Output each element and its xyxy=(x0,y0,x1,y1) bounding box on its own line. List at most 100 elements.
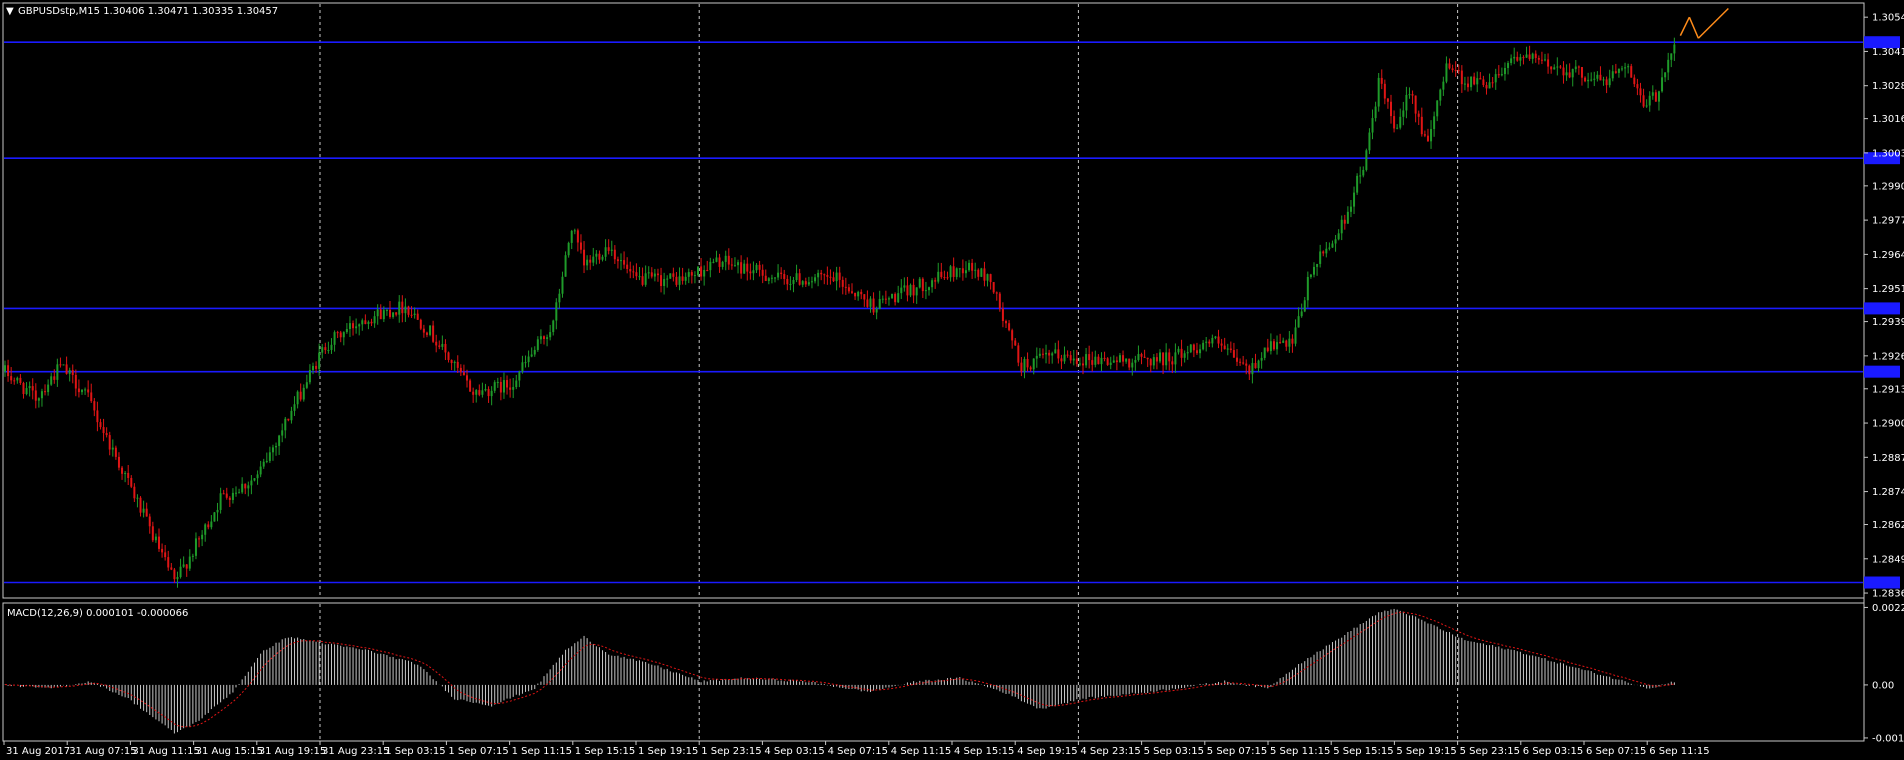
candle-body xyxy=(1245,363,1248,366)
time-label: 4 Sep 19:15 xyxy=(1017,746,1077,757)
candle-body xyxy=(1614,71,1617,73)
candle-body xyxy=(114,447,117,457)
candle-body xyxy=(1226,348,1229,350)
candle-body xyxy=(1574,66,1577,70)
candle-body xyxy=(697,266,699,276)
candle-body xyxy=(1199,349,1202,354)
candle-body xyxy=(518,371,521,381)
candle-body xyxy=(1559,66,1562,68)
candle-body xyxy=(1534,53,1537,58)
candle-body xyxy=(176,577,179,580)
candle-body xyxy=(1011,330,1014,341)
candle-body xyxy=(931,280,934,288)
candle-body xyxy=(1134,360,1137,363)
candle-body xyxy=(1423,134,1426,136)
candle-body xyxy=(1470,76,1473,88)
candle-body xyxy=(281,430,284,436)
candle-body xyxy=(1525,54,1528,58)
candle-body xyxy=(687,272,690,277)
candle-body xyxy=(1045,352,1048,355)
time-label: 6 Sep 03:15 xyxy=(1523,746,1583,757)
candle-body xyxy=(102,427,105,434)
candle-body xyxy=(854,292,857,297)
candle-body xyxy=(598,253,601,260)
candle-body xyxy=(576,230,579,243)
candle-body xyxy=(573,230,576,232)
candle-body xyxy=(1035,355,1038,359)
price-label: 1.28745 xyxy=(1872,487,1904,498)
candle-body xyxy=(515,380,518,388)
candle-body xyxy=(761,269,764,276)
candle-body xyxy=(1288,338,1291,347)
candle-body xyxy=(302,387,305,400)
candle-body xyxy=(521,362,524,372)
candle-body xyxy=(1497,74,1500,76)
price-level-tag xyxy=(1864,365,1900,378)
candle-body xyxy=(1571,69,1574,78)
candle-body xyxy=(432,325,435,342)
chart-menu-icon[interactable]: ▼ xyxy=(6,6,14,17)
candle-body xyxy=(921,278,924,292)
candle-body xyxy=(894,293,897,303)
price-label: 1.29905 xyxy=(1872,181,1904,192)
candle-body xyxy=(438,345,441,347)
candle-body xyxy=(1651,92,1654,96)
candle-body xyxy=(312,365,314,371)
time-label: 4 Sep 23:15 xyxy=(1080,746,1140,757)
candle-body xyxy=(441,343,444,347)
candle-body xyxy=(675,276,678,285)
candle-body xyxy=(74,374,77,389)
candle-body xyxy=(1008,323,1011,331)
candle-body xyxy=(136,497,139,499)
candle-body xyxy=(663,279,666,286)
candle-body xyxy=(989,274,992,283)
candle-body xyxy=(801,281,804,285)
time-label: 5 Sep 03:15 xyxy=(1144,746,1204,757)
time-label: 5 Sep 15:15 xyxy=(1333,746,1393,757)
candle-body xyxy=(851,291,853,293)
candle-body xyxy=(1630,66,1633,78)
time-label: 5 Sep 07:15 xyxy=(1207,746,1267,757)
candle-body xyxy=(1540,59,1543,61)
candle-body xyxy=(1217,336,1220,344)
candle-body xyxy=(1617,68,1620,73)
candle-body xyxy=(1654,92,1657,102)
candle-body xyxy=(87,389,90,393)
candle-body xyxy=(1251,363,1254,375)
candle-body xyxy=(1537,57,1540,60)
candle-body xyxy=(650,272,653,277)
candle-body xyxy=(342,332,345,338)
candle-body xyxy=(395,312,398,315)
candle-body xyxy=(949,266,952,278)
candle-body xyxy=(940,271,943,278)
candle-body xyxy=(117,456,120,468)
candle-body xyxy=(1568,72,1571,78)
candle-body xyxy=(1072,358,1075,361)
candle-body xyxy=(1205,341,1208,343)
candle-body xyxy=(847,287,850,292)
price-label: 1.29135 xyxy=(1872,384,1904,395)
candle-body xyxy=(733,265,736,267)
candle-body xyxy=(256,474,259,479)
time-label: 31 Aug 2017 xyxy=(6,746,70,757)
price-label: 1.28360 xyxy=(1872,589,1904,600)
candle-body xyxy=(1426,135,1429,142)
candle-body xyxy=(900,287,903,294)
candle-body xyxy=(219,493,222,510)
candle-body xyxy=(749,271,752,274)
candle-body xyxy=(1349,206,1352,212)
candle-body xyxy=(1063,354,1066,362)
candle-body xyxy=(844,286,847,288)
candle-body xyxy=(148,516,151,527)
candle-body xyxy=(570,230,573,243)
candle-body xyxy=(1353,192,1356,207)
candle-body xyxy=(770,277,773,279)
candle-body xyxy=(912,284,915,296)
candle-body xyxy=(1584,77,1587,82)
candle-body xyxy=(549,332,552,338)
candle-body xyxy=(564,255,567,277)
candle-body xyxy=(601,256,604,260)
candle-body xyxy=(530,354,533,357)
candle-body xyxy=(271,447,274,453)
candle-body xyxy=(1122,355,1125,362)
